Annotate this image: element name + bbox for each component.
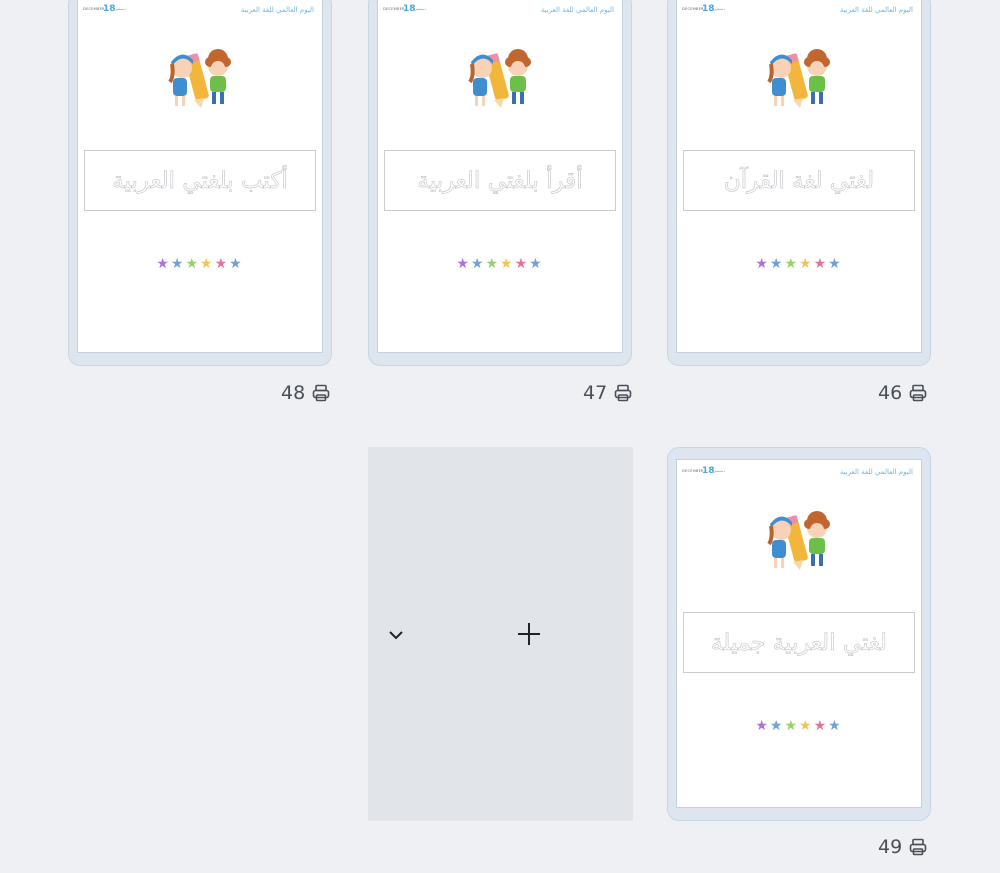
- page-sheet: DECEMBER 18 ديسمبر اليوم العالمي للغة ال…: [77, 0, 323, 353]
- star-icon: ★: [214, 256, 230, 272]
- star-row: ★★★★★★: [677, 718, 921, 734]
- page-number: 48: [281, 382, 306, 404]
- add-page-slot[interactable]: [368, 447, 633, 821]
- star-icon: ★: [755, 718, 770, 734]
- star-icon: ★: [813, 718, 829, 734]
- header-title: اليوم العالمي للغة العربية: [540, 6, 614, 14]
- star-icon: ★: [799, 718, 814, 734]
- printer-icon[interactable]: [908, 837, 928, 857]
- printer-icon[interactable]: [311, 383, 331, 403]
- star-icon: ★: [769, 256, 785, 272]
- plus-icon[interactable]: [516, 621, 542, 651]
- star-icon: ★: [813, 256, 829, 272]
- page-caption: 47: [583, 382, 633, 404]
- star-icon: ★: [170, 256, 186, 272]
- printer-icon[interactable]: [613, 383, 633, 403]
- star-row: ★★★★★★: [677, 256, 921, 272]
- page-thumbnail-48[interactable]: DECEMBER 18 ديسمبر اليوم العالمي للغة ال…: [68, 0, 332, 366]
- header-day: 18: [702, 4, 715, 14]
- header-month: DECEMBER: [383, 7, 405, 11]
- header-title: اليوم العالمي للغة العربية: [839, 468, 913, 476]
- header-day: 18: [702, 466, 715, 476]
- star-icon: ★: [485, 256, 500, 272]
- page-number: 47: [583, 382, 608, 404]
- star-icon: ★: [755, 256, 770, 272]
- page-thumbnail-47[interactable]: DECEMBER 18 ديسمبر اليوم العالمي للغة ال…: [368, 0, 632, 366]
- page-sheet: DECEMBER 18 ديسمبر اليوم العالمي للغة ال…: [676, 0, 922, 353]
- header-month-arabic: ديسمبر: [115, 7, 126, 11]
- star-icon: ★: [514, 256, 530, 272]
- star-icon: ★: [828, 256, 843, 272]
- page-thumbnail-46[interactable]: DECEMBER 18 ديسمبر اليوم العالمي للغة ال…: [667, 0, 931, 366]
- tracing-text-box: لغتي العربية جميلة: [683, 612, 915, 673]
- page-caption: 49: [878, 836, 928, 858]
- header-month-arabic: ديسمبر: [714, 469, 725, 473]
- star-icon: ★: [799, 256, 814, 272]
- printer-icon[interactable]: [908, 383, 928, 403]
- page-sheet: DECEMBER 18 ديسمبر اليوم العالمي للغة ال…: [377, 0, 623, 353]
- kids-pencil-illustration: [168, 49, 231, 108]
- star-row: ★★★★★★: [78, 256, 322, 272]
- tracing-text-box: أكتب بلغتي العربية: [84, 150, 316, 211]
- header-month-arabic: ديسمبر: [714, 7, 725, 11]
- header-month: DECEMBER: [682, 7, 704, 11]
- tracing-text-box: لغتي لغة القرآن: [683, 150, 915, 211]
- tracing-text-box: أقرأ بلغتي العربية: [384, 150, 616, 211]
- page-thumbnail-49[interactable]: DECEMBER 18 ديسمبر اليوم العالمي للغة ال…: [667, 447, 931, 821]
- star-row: ★★★★★★: [378, 256, 622, 272]
- page-caption: 48: [281, 382, 331, 404]
- header-month-arabic: ديسمبر: [415, 7, 426, 11]
- star-icon: ★: [185, 256, 200, 272]
- header-month: DECEMBER: [83, 7, 105, 11]
- star-icon: ★: [229, 256, 244, 272]
- star-icon: ★: [470, 256, 486, 272]
- star-icon: ★: [828, 718, 843, 734]
- star-icon: ★: [200, 256, 215, 272]
- star-icon: ★: [769, 718, 785, 734]
- header-day: 18: [103, 4, 116, 14]
- page-number: 46: [878, 382, 903, 404]
- kids-pencil-illustration: [767, 49, 830, 108]
- header-month: DECEMBER: [682, 469, 704, 473]
- page-sheet: DECEMBER 18 ديسمبر اليوم العالمي للغة ال…: [676, 459, 922, 808]
- star-icon: ★: [529, 256, 544, 272]
- page-number: 49: [878, 836, 903, 858]
- header-title: اليوم العالمي للغة العربية: [240, 6, 314, 14]
- header-title: اليوم العالمي للغة العربية: [839, 6, 913, 14]
- star-icon: ★: [784, 256, 799, 272]
- header-day: 18: [403, 4, 416, 14]
- kids-pencil-illustration: [468, 49, 531, 108]
- star-icon: ★: [456, 256, 471, 272]
- star-icon: ★: [156, 256, 171, 272]
- chevron-down-icon[interactable]: [386, 625, 406, 649]
- kids-pencil-illustration: [767, 511, 830, 570]
- page-caption: 46: [878, 382, 928, 404]
- star-icon: ★: [784, 718, 799, 734]
- star-icon: ★: [500, 256, 515, 272]
